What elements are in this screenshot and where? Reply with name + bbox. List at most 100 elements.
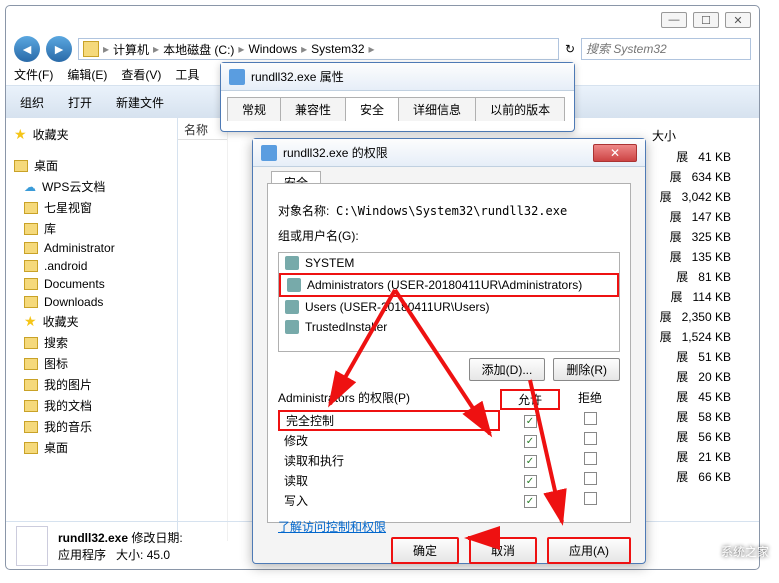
remove-button[interactable]: 删除(R) [553, 358, 620, 381]
address-bar: ◄ ► ▸ 计算机▸ 本地磁盘 (C:)▸ Windows▸ System32▸… [6, 34, 759, 64]
app-icon [261, 145, 277, 161]
folder-icon [24, 442, 38, 454]
menu-view[interactable]: 查看(V) [121, 66, 161, 83]
menu-edit[interactable]: 编辑(E) [67, 66, 107, 83]
groups-label: 组或用户名(G): [278, 227, 620, 244]
user-item[interactable]: Users (USER-20180411UR\Users) [279, 297, 619, 317]
app-icon [229, 69, 245, 85]
maximize-button[interactable]: ☐ [693, 12, 719, 28]
close-button[interactable]: ✕ [725, 12, 751, 28]
desktop-icon [14, 160, 28, 172]
tab-security[interactable]: 安全 [345, 97, 399, 121]
size-column: 大小 展 41 KB展 634 KB展 3,042 KB展 147 KB展 32… [649, 124, 739, 486]
deny-checkbox[interactable] [584, 452, 597, 465]
close-button[interactable]: ✕ [593, 144, 637, 162]
size-cell: 展 114 KB [649, 286, 739, 306]
search-input[interactable] [581, 38, 751, 60]
window-titlebar: — ☐ ✕ [6, 6, 759, 34]
sidebar-item[interactable]: .android [10, 257, 173, 275]
size-cell: 展 51 KB [649, 346, 739, 366]
column-size[interactable]: 大小 [649, 124, 739, 146]
new-folder-button[interactable]: 新建文件 [110, 92, 170, 113]
user-icon [285, 320, 299, 334]
watermark: 系统之家 [687, 539, 769, 563]
tab-bar: 常规 兼容性 安全 详细信息 以前的版本 [221, 91, 574, 121]
breadcrumb-item[interactable]: Windows [248, 42, 297, 56]
status-type: 应用程序 [58, 548, 106, 562]
folder-icon [24, 278, 38, 290]
properties-dialog: rundll32.exe 属性 常规 兼容性 安全 详细信息 以前的版本 [220, 62, 575, 132]
permission-name: 读取和执行 [278, 452, 500, 469]
user-item[interactable]: TrustedInstaller [279, 317, 619, 337]
sidebar-item[interactable]: 我的文档 [10, 395, 173, 416]
folder-icon [24, 421, 38, 433]
allow-checkbox[interactable] [524, 435, 537, 448]
house-icon [687, 539, 715, 563]
status-size-label: 大小: [116, 548, 143, 562]
user-item[interactable]: Administrators (USER-20180411UR\Administ… [279, 273, 619, 297]
user-item[interactable]: SYSTEM [279, 253, 619, 273]
size-cell: 展 20 KB [649, 366, 739, 386]
sidebar-item[interactable]: 库 [10, 218, 173, 239]
learn-link[interactable]: 了解访问控制和权限 [278, 518, 386, 535]
apply-button[interactable]: 应用(A) [547, 537, 631, 564]
sidebar-item[interactable]: ★收藏夹 [10, 311, 173, 332]
allow-checkbox[interactable] [524, 495, 537, 508]
back-button[interactable]: ◄ [14, 36, 40, 62]
perm-label: Administrators 的权限(P) [278, 389, 500, 410]
user-icon [24, 242, 38, 254]
tab-compat[interactable]: 兼容性 [280, 97, 346, 121]
permission-row: 修改 [278, 430, 620, 450]
sidebar-item[interactable]: Administrator [10, 239, 173, 257]
dialog-title[interactable]: rundll32.exe 的权限 ✕ [253, 139, 645, 167]
folder-icon [24, 202, 38, 214]
sidebar-item[interactable]: 我的音乐 [10, 416, 173, 437]
open-button[interactable]: 打开 [62, 92, 98, 113]
sidebar-item[interactable]: 我的图片 [10, 374, 173, 395]
menu-file[interactable]: 文件(F) [14, 66, 53, 83]
user-icon [285, 300, 299, 314]
allow-checkbox[interactable] [524, 455, 537, 468]
size-cell: 展 147 KB [649, 206, 739, 226]
library-icon [24, 223, 38, 235]
size-cell: 展 325 KB [649, 226, 739, 246]
folder-icon [24, 400, 38, 412]
menu-tools[interactable]: 工具 [175, 66, 199, 83]
sidebar-item[interactable]: 七星视窗 [10, 197, 173, 218]
cancel-button[interactable]: 取消 [469, 537, 537, 564]
breadcrumb-item[interactable]: 计算机 [113, 41, 149, 58]
tab-details[interactable]: 详细信息 [398, 97, 476, 121]
folder-icon [24, 379, 38, 391]
breadcrumb[interactable]: ▸ 计算机▸ 本地磁盘 (C:)▸ Windows▸ System32▸ [78, 38, 559, 60]
permission-name: 读取 [278, 472, 500, 489]
sidebar-desktop[interactable]: 桌面 [10, 155, 173, 176]
tab-general[interactable]: 常规 [227, 97, 281, 121]
sidebar-item[interactable]: Downloads [10, 293, 173, 311]
sidebar-item[interactable]: 桌面 [10, 437, 173, 458]
deny-checkbox[interactable] [584, 412, 597, 425]
sidebar-item[interactable]: ☁WPS云文档 [10, 176, 173, 197]
sidebar-item[interactable]: 图标 [10, 353, 173, 374]
sidebar-item[interactable]: 搜索 [10, 332, 173, 353]
ok-button[interactable]: 确定 [391, 537, 459, 564]
refresh-icon[interactable]: ↻ [565, 42, 575, 56]
sidebar-item[interactable]: Documents [10, 275, 173, 293]
breadcrumb-item[interactable]: 本地磁盘 (C:) [163, 41, 234, 58]
permission-row: 读取和执行 [278, 450, 620, 470]
minimize-button[interactable]: — [661, 12, 687, 28]
allow-checkbox[interactable] [524, 475, 537, 488]
deny-checkbox[interactable] [584, 492, 597, 505]
breadcrumb-item[interactable]: System32 [311, 42, 364, 56]
add-button[interactable]: 添加(D)... [469, 358, 546, 381]
organize-button[interactable]: 组织 [14, 92, 50, 113]
size-cell: 展 81 KB [649, 266, 739, 286]
sidebar: ★收藏夹 桌面 ☁WPS云文档 七星视窗 库 Administrator .an… [6, 118, 178, 541]
forward-button[interactable]: ► [46, 36, 72, 62]
tab-previous[interactable]: 以前的版本 [475, 97, 565, 121]
sidebar-favorites[interactable]: ★收藏夹 [10, 124, 173, 145]
user-list[interactable]: SYSTEMAdministrators (USER-20180411UR\Ad… [278, 252, 620, 352]
deny-checkbox[interactable] [584, 472, 597, 485]
allow-checkbox[interactable] [524, 415, 537, 428]
folder-icon [24, 358, 38, 370]
deny-checkbox[interactable] [584, 432, 597, 445]
